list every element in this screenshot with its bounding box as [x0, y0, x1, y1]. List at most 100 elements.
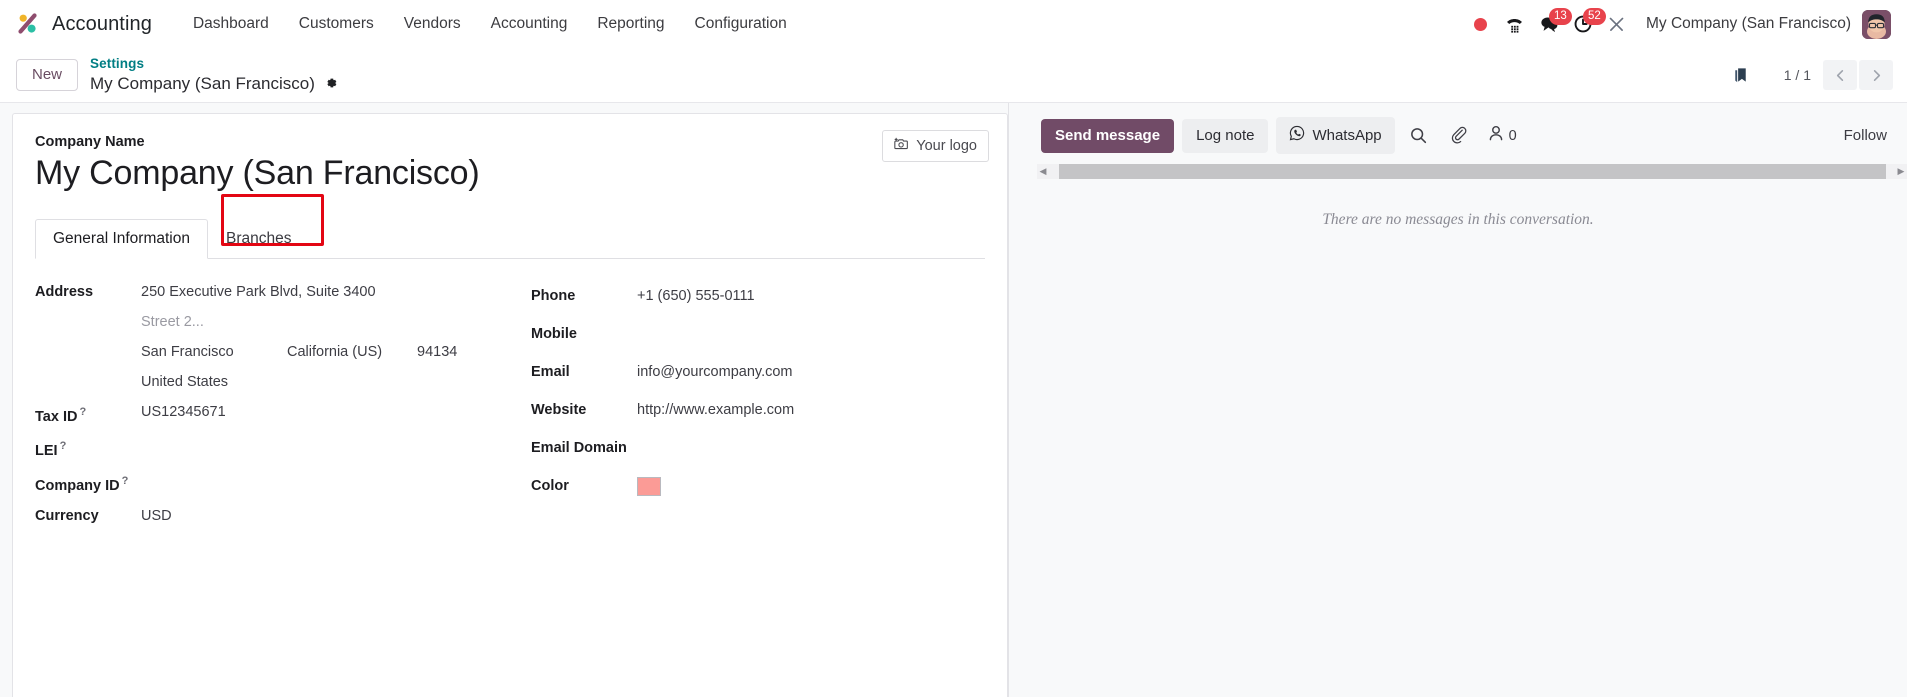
log-note-button[interactable]: Log note — [1182, 118, 1269, 153]
phone-input[interactable]: +1 (650) 555-0111 — [637, 277, 755, 315]
state-input[interactable]: California (US) — [287, 337, 417, 367]
street2-input[interactable]: Street 2... — [141, 307, 457, 337]
user-follower-icon — [1487, 124, 1505, 147]
chatter-empty-message: There are no messages in this conversati… — [1322, 211, 1594, 228]
zip-input[interactable]: 94134 — [417, 337, 457, 367]
record-dot-icon[interactable] — [1464, 7, 1498, 41]
control-panel: New Settings My Company (San Francisco) … — [0, 48, 1907, 103]
main-menu: Dashboard Customers Vendors Accounting R… — [178, 9, 802, 39]
email-input[interactable]: info@yourcompany.com — [637, 353, 793, 391]
breadcrumb-current-record: My Company (San Francisco) — [90, 73, 315, 93]
activity-clock-icon[interactable]: 52 — [1566, 7, 1606, 41]
form-left-column: Address 250 Executive Park Blvd, Suite 3… — [35, 277, 531, 531]
company-name-label: Company Name — [35, 134, 145, 150]
chatter-horizontal-scrollbar[interactable]: ◀ ▶ — [1037, 163, 1907, 180]
tax-id-help-icon[interactable]: ? — [79, 406, 86, 418]
app-brand[interactable]: Accounting — [16, 11, 152, 37]
field-lei: LEI? — [35, 431, 531, 466]
odoo-logo-icon — [16, 11, 42, 37]
breadcrumb-parent-settings[interactable]: Settings — [90, 56, 338, 73]
company-id-label: Company ID? — [35, 475, 129, 494]
tax-id-input[interactable]: US12345671 — [141, 397, 226, 427]
address-label: Address — [35, 283, 94, 300]
messages-icon[interactable]: 13 — [1532, 7, 1572, 41]
scroll-left-arrow-icon[interactable]: ◀ — [1037, 164, 1049, 179]
wrench-tools-icon[interactable] — [1600, 7, 1634, 41]
your-logo-button[interactable]: Your logo — [882, 130, 989, 162]
field-website: Website http://www.example.com — [531, 391, 1008, 429]
new-button[interactable]: New — [16, 59, 79, 91]
breadcrumb-current-row: My Company (San Francisco) — [90, 73, 338, 94]
field-email: Email info@yourcompany.com — [531, 353, 1008, 391]
whatsapp-icon — [1289, 125, 1305, 146]
control-panel-right: 1 / 1 — [1726, 60, 1893, 90]
record-dot-shape — [1474, 17, 1488, 31]
breadcrumb: Settings My Company (San Francisco) — [90, 56, 338, 94]
systray: 13 52 My Company (San Francisco) — [1464, 7, 1893, 41]
form-right-column: Phone +1 (650) 555-0111 Mobile Email inf… — [531, 277, 1008, 531]
email-domain-label: Email Domain — [531, 439, 627, 456]
menu-item-dashboard[interactable]: Dashboard — [178, 9, 284, 39]
email-domain-input[interactable] — [637, 429, 641, 467]
user-menu[interactable]: My Company (San Francisco) — [1640, 8, 1893, 41]
pager: 1 / 1 — [1774, 60, 1893, 90]
top-navbar: Accounting Dashboard Customers Vendors A… — [0, 0, 1907, 48]
lei-label: LEI? — [35, 440, 67, 460]
form-sheet-wrapper: Your logo Company Name My Company (San F… — [0, 103, 1008, 697]
search-icon[interactable] — [1403, 120, 1435, 152]
menu-item-vendors[interactable]: Vendors — [389, 9, 476, 39]
followers-count: 0 — [1508, 127, 1517, 144]
chatter-panel: Send message Log note WhatsApp 0 Follow … — [1008, 103, 1907, 697]
currency-input[interactable]: USD — [141, 501, 172, 531]
tab-general-information[interactable]: General Information — [35, 218, 208, 259]
field-currency: Currency USD — [35, 501, 531, 531]
field-mobile: Mobile — [531, 315, 1008, 353]
phone-dialpad-icon[interactable] — [1498, 7, 1532, 41]
gear-icon[interactable] — [324, 76, 338, 90]
menu-item-configuration[interactable]: Configuration — [680, 9, 802, 39]
chatter-toolbar: Send message Log note WhatsApp 0 Follow — [1009, 117, 1907, 154]
field-color: Color — [531, 467, 1008, 505]
main-content: Your logo Company Name My Company (San F… — [0, 103, 1907, 697]
company-id-help-icon[interactable]: ? — [122, 475, 129, 487]
whatsapp-button[interactable]: WhatsApp — [1276, 117, 1395, 154]
street-input[interactable]: 250 Executive Park Blvd, Suite 3400 — [141, 277, 457, 307]
pager-next-button[interactable] — [1859, 60, 1893, 90]
lei-input[interactable] — [141, 431, 145, 461]
city-input[interactable]: San Francisco — [141, 337, 287, 367]
address-city-state-zip-row: San Francisco California (US) 94134 — [141, 337, 457, 367]
field-company-id: Company ID? — [35, 466, 531, 501]
color-swatch[interactable] — [637, 476, 661, 496]
user-company-label: My Company (San Francisco) — [1645, 15, 1851, 32]
mobile-input[interactable] — [637, 315, 641, 353]
phone-label: Phone — [531, 287, 576, 304]
pager-previous-button[interactable] — [1823, 60, 1857, 90]
scrollbar-thumb[interactable] — [1059, 164, 1886, 179]
color-label: Color — [531, 477, 569, 494]
scroll-right-arrow-icon[interactable]: ▶ — [1895, 164, 1907, 179]
tab-branches[interactable]: Branches — [208, 219, 309, 259]
follow-button[interactable]: Follow — [1840, 119, 1891, 152]
company-name-input[interactable]: My Company (San Francisco) — [35, 152, 985, 196]
app-brand-label: Accounting — [52, 12, 152, 35]
menu-item-reporting[interactable]: Reporting — [582, 9, 679, 39]
menu-item-accounting[interactable]: Accounting — [476, 9, 583, 39]
send-message-button[interactable]: Send message — [1041, 118, 1175, 153]
lei-help-icon[interactable]: ? — [60, 440, 67, 452]
menu-item-customers[interactable]: Customers — [284, 9, 389, 39]
followers-button[interactable]: 0 — [1483, 124, 1521, 147]
company-id-input[interactable] — [141, 466, 145, 496]
field-phone: Phone +1 (650) 555-0111 — [531, 277, 1008, 315]
pager-value[interactable]: 1 / 1 — [1774, 67, 1821, 83]
scrollbar-track[interactable] — [1049, 164, 1895, 179]
field-tax-id: Tax ID? US12345671 — [35, 397, 531, 432]
website-input[interactable]: http://www.example.com — [637, 391, 794, 429]
field-email-domain: Email Domain — [531, 429, 1008, 467]
address-values: 250 Executive Park Blvd, Suite 3400 Stre… — [141, 277, 457, 397]
camera-add-icon — [894, 137, 909, 155]
tax-id-label: Tax ID? — [35, 405, 87, 425]
country-input[interactable]: United States — [141, 367, 457, 397]
paperclip-icon[interactable] — [1443, 120, 1475, 152]
email-label: Email — [531, 363, 570, 380]
bookmark-icon[interactable] — [1726, 60, 1756, 90]
